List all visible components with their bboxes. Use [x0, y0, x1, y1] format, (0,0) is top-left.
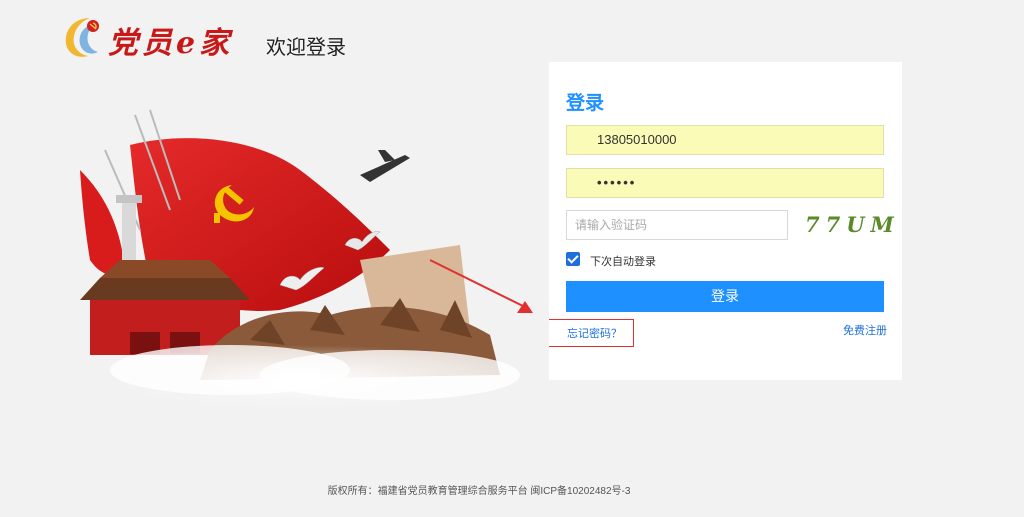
forgot-password-link[interactable]: 忘记密码？	[567, 325, 622, 341]
header-logo: 党员e家 欢迎登录	[60, 14, 360, 62]
username-input[interactable]: 13805010000	[566, 125, 884, 155]
captcha-image[interactable]: 77UM	[799, 210, 894, 240]
captcha-input[interactable]: 请输入验证码	[566, 210, 788, 240]
password-input[interactable]: ••••••	[566, 168, 884, 198]
login-panel: 登录 13805010000 •••••• 请输入验证码 77UM 下次自动登录…	[549, 62, 902, 380]
remember-label: 下次自动登录	[590, 256, 656, 268]
logo-calligraphy-text: 党员e家	[108, 26, 234, 61]
login-title: 登录	[566, 93, 605, 114]
register-link[interactable]: 免费注册	[843, 322, 887, 338]
remember-checkbox[interactable]	[566, 252, 580, 266]
captcha-text: 77UM	[805, 212, 900, 237]
party-emblem-icon	[65, 18, 99, 57]
annotation-arrow-icon	[429, 259, 533, 313]
login-page: 党员e家 欢迎登录 登录 13805010000 •••••• 请输入验证码 7…	[0, 0, 1024, 517]
footer-copyright: 版权所有：福建省党员教育管理综合服务平台 闽ICP备10202482号-3	[327, 486, 631, 497]
page-title: 欢迎登录	[266, 37, 346, 59]
login-button[interactable]: 登录	[566, 281, 884, 312]
